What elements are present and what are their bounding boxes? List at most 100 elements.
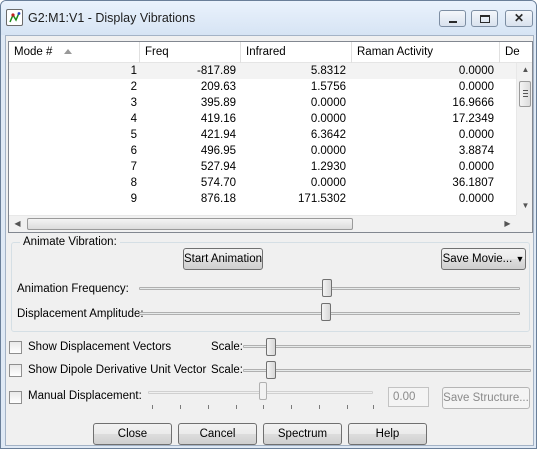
display-vibrations-window: G2:M1:V1 - Display Vibrations ✕ Mode # F… bbox=[0, 0, 537, 449]
manual-displacement-label: Manual Displacement: bbox=[28, 390, 142, 402]
column-header-label: Mode # bbox=[14, 46, 53, 58]
sort-ascending-icon bbox=[64, 49, 73, 54]
slider-tick bbox=[373, 405, 374, 409]
cell-freq: 209.63 bbox=[200, 81, 236, 93]
cell-mode: 3 bbox=[130, 97, 137, 109]
cell-mode: 1 bbox=[130, 65, 137, 77]
displacement-scale-thumb[interactable] bbox=[266, 338, 276, 356]
show-displacement-vectors-label: Show Displacement Vectors bbox=[28, 341, 172, 353]
cell-raman: 17.2349 bbox=[452, 113, 494, 125]
cell-raman: 3.8874 bbox=[458, 145, 494, 157]
cell-mode: 8 bbox=[130, 177, 137, 189]
vertical-scroll-thumb[interactable] bbox=[519, 81, 531, 107]
cancel-button[interactable]: Cancel bbox=[178, 423, 257, 445]
slider-tick bbox=[347, 405, 348, 409]
cell-freq: -817.89 bbox=[196, 65, 236, 77]
close-button[interactable]: Close bbox=[93, 423, 172, 445]
cell-infrared: 5.8312 bbox=[310, 65, 346, 77]
cell-raman: 0.0000 bbox=[458, 81, 494, 93]
cell-infrared: 0.0000 bbox=[310, 177, 346, 189]
cell-freq: 876.18 bbox=[200, 193, 236, 205]
maximize-icon bbox=[480, 15, 490, 23]
show-displacement-vectors-checkbox[interactable] bbox=[9, 341, 22, 354]
table-row[interactable]: 3 395.89 0.0000 16.9666 bbox=[9, 95, 517, 111]
close-window-button[interactable]: ✕ bbox=[505, 10, 533, 27]
table-row[interactable]: 9 876.18 171.5302 0.0000 bbox=[9, 191, 517, 207]
scroll-right-arrow-icon[interactable]: ▶ bbox=[499, 219, 516, 228]
gaussview-app-icon bbox=[6, 9, 23, 26]
dialog-body: Mode # Freq Infrared Raman Activity De 1… bbox=[5, 35, 534, 446]
table-row[interactable]: 2 209.63 1.5756 0.0000 bbox=[9, 79, 517, 95]
manual-displacement-value-field[interactable]: 0.00 bbox=[388, 387, 429, 407]
slider-tick bbox=[263, 405, 264, 409]
column-header-raman[interactable]: Raman Activity bbox=[352, 42, 500, 63]
minimize-button[interactable] bbox=[439, 10, 466, 27]
displacement-amplitude-label: Displacement Amplitude: bbox=[17, 308, 144, 320]
title-bar[interactable]: G2:M1:V1 - Display Vibrations ✕ bbox=[1, 1, 536, 35]
save-movie-button[interactable]: Save Movie... ▼ bbox=[441, 248, 526, 270]
scroll-down-arrow-icon[interactable]: ▼ bbox=[517, 201, 532, 210]
table-row[interactable]: 5 421.94 6.3642 0.0000 bbox=[9, 127, 517, 143]
displacement-amplitude-thumb[interactable] bbox=[321, 303, 331, 321]
minimize-icon bbox=[449, 21, 457, 23]
cell-mode: 2 bbox=[130, 81, 137, 93]
show-dipole-vector-checkbox[interactable] bbox=[9, 364, 22, 377]
cell-freq: 421.94 bbox=[200, 129, 236, 141]
animation-frequency-thumb[interactable] bbox=[322, 279, 332, 297]
vertical-scrollbar[interactable]: ▲ ▼ bbox=[516, 63, 532, 215]
horizontal-scroll-thumb[interactable] bbox=[27, 218, 353, 230]
cell-freq: 419.16 bbox=[200, 113, 236, 125]
save-structure-button[interactable]: Save Structure... bbox=[442, 387, 530, 409]
show-dipole-vector-label: Show Dipole Derivative Unit Vector bbox=[28, 364, 207, 376]
slider-tick bbox=[291, 405, 292, 409]
column-header-mode[interactable]: Mode # bbox=[9, 42, 140, 63]
scroll-up-arrow-icon[interactable]: ▲ bbox=[517, 65, 532, 74]
cell-raman: 36.1807 bbox=[452, 177, 494, 189]
scrollbar-corner bbox=[516, 215, 532, 232]
displacement-scale-label: Scale: bbox=[211, 341, 243, 353]
slider-tick bbox=[180, 405, 181, 409]
dipole-scale-slider[interactable] bbox=[243, 369, 531, 372]
cell-infrared: 0.0000 bbox=[310, 97, 346, 109]
manual-displacement-thumb[interactable] bbox=[259, 382, 267, 400]
cell-mode: 7 bbox=[130, 161, 137, 173]
cell-mode: 5 bbox=[130, 129, 137, 141]
close-icon: ✕ bbox=[513, 11, 525, 25]
dropdown-arrow-icon: ▼ bbox=[515, 254, 525, 264]
start-animation-button[interactable]: Start Animation bbox=[183, 248, 263, 270]
cell-infrared: 171.5302 bbox=[298, 193, 346, 205]
column-header-depolarization[interactable]: De bbox=[500, 42, 532, 63]
table-row[interactable]: 1 -817.89 5.8312 0.0000 bbox=[9, 63, 517, 79]
column-header-freq[interactable]: Freq bbox=[140, 42, 241, 63]
table-row[interactable]: 4 419.16 0.0000 17.2349 bbox=[9, 111, 517, 127]
cell-freq: 496.95 bbox=[200, 145, 236, 157]
table-row[interactable]: 8 574.70 0.0000 36.1807 bbox=[9, 175, 517, 191]
dipole-scale-thumb[interactable] bbox=[266, 361, 276, 379]
cell-freq: 574.70 bbox=[200, 177, 236, 189]
column-header-infrared[interactable]: Infrared bbox=[241, 42, 352, 63]
animate-vibration-label: Animate Vibration: bbox=[20, 236, 120, 248]
help-button[interactable]: Help bbox=[348, 423, 427, 445]
cell-freq: 527.94 bbox=[200, 161, 236, 173]
cell-infrared: 1.2930 bbox=[310, 161, 346, 173]
cell-raman: 0.0000 bbox=[458, 65, 494, 77]
spectrum-button[interactable]: Spectrum bbox=[263, 423, 342, 445]
cell-infrared: 1.5756 bbox=[310, 81, 346, 93]
cell-mode: 4 bbox=[130, 113, 137, 125]
vibrations-table[interactable]: Mode # Freq Infrared Raman Activity De 1… bbox=[8, 41, 533, 233]
manual-displacement-checkbox[interactable] bbox=[9, 391, 22, 404]
cell-infrared: 0.0000 bbox=[310, 113, 346, 125]
cell-raman: 0.0000 bbox=[458, 193, 494, 205]
dipole-scale-label: Scale: bbox=[211, 364, 243, 376]
cell-infrared: 0.0000 bbox=[310, 145, 346, 157]
table-row[interactable]: 7 527.94 1.2930 0.0000 bbox=[9, 159, 517, 175]
slider-tick bbox=[236, 405, 237, 409]
slider-tick bbox=[152, 405, 153, 409]
cell-mode: 6 bbox=[130, 145, 137, 157]
maximize-button[interactable] bbox=[471, 10, 498, 27]
horizontal-scrollbar[interactable]: ◀ ▶ bbox=[9, 215, 516, 232]
displacement-scale-slider[interactable] bbox=[243, 345, 531, 348]
slider-tick bbox=[319, 405, 320, 409]
scroll-left-arrow-icon[interactable]: ◀ bbox=[9, 219, 26, 228]
table-row[interactable]: 6 496.95 0.0000 3.8874 bbox=[9, 143, 517, 159]
